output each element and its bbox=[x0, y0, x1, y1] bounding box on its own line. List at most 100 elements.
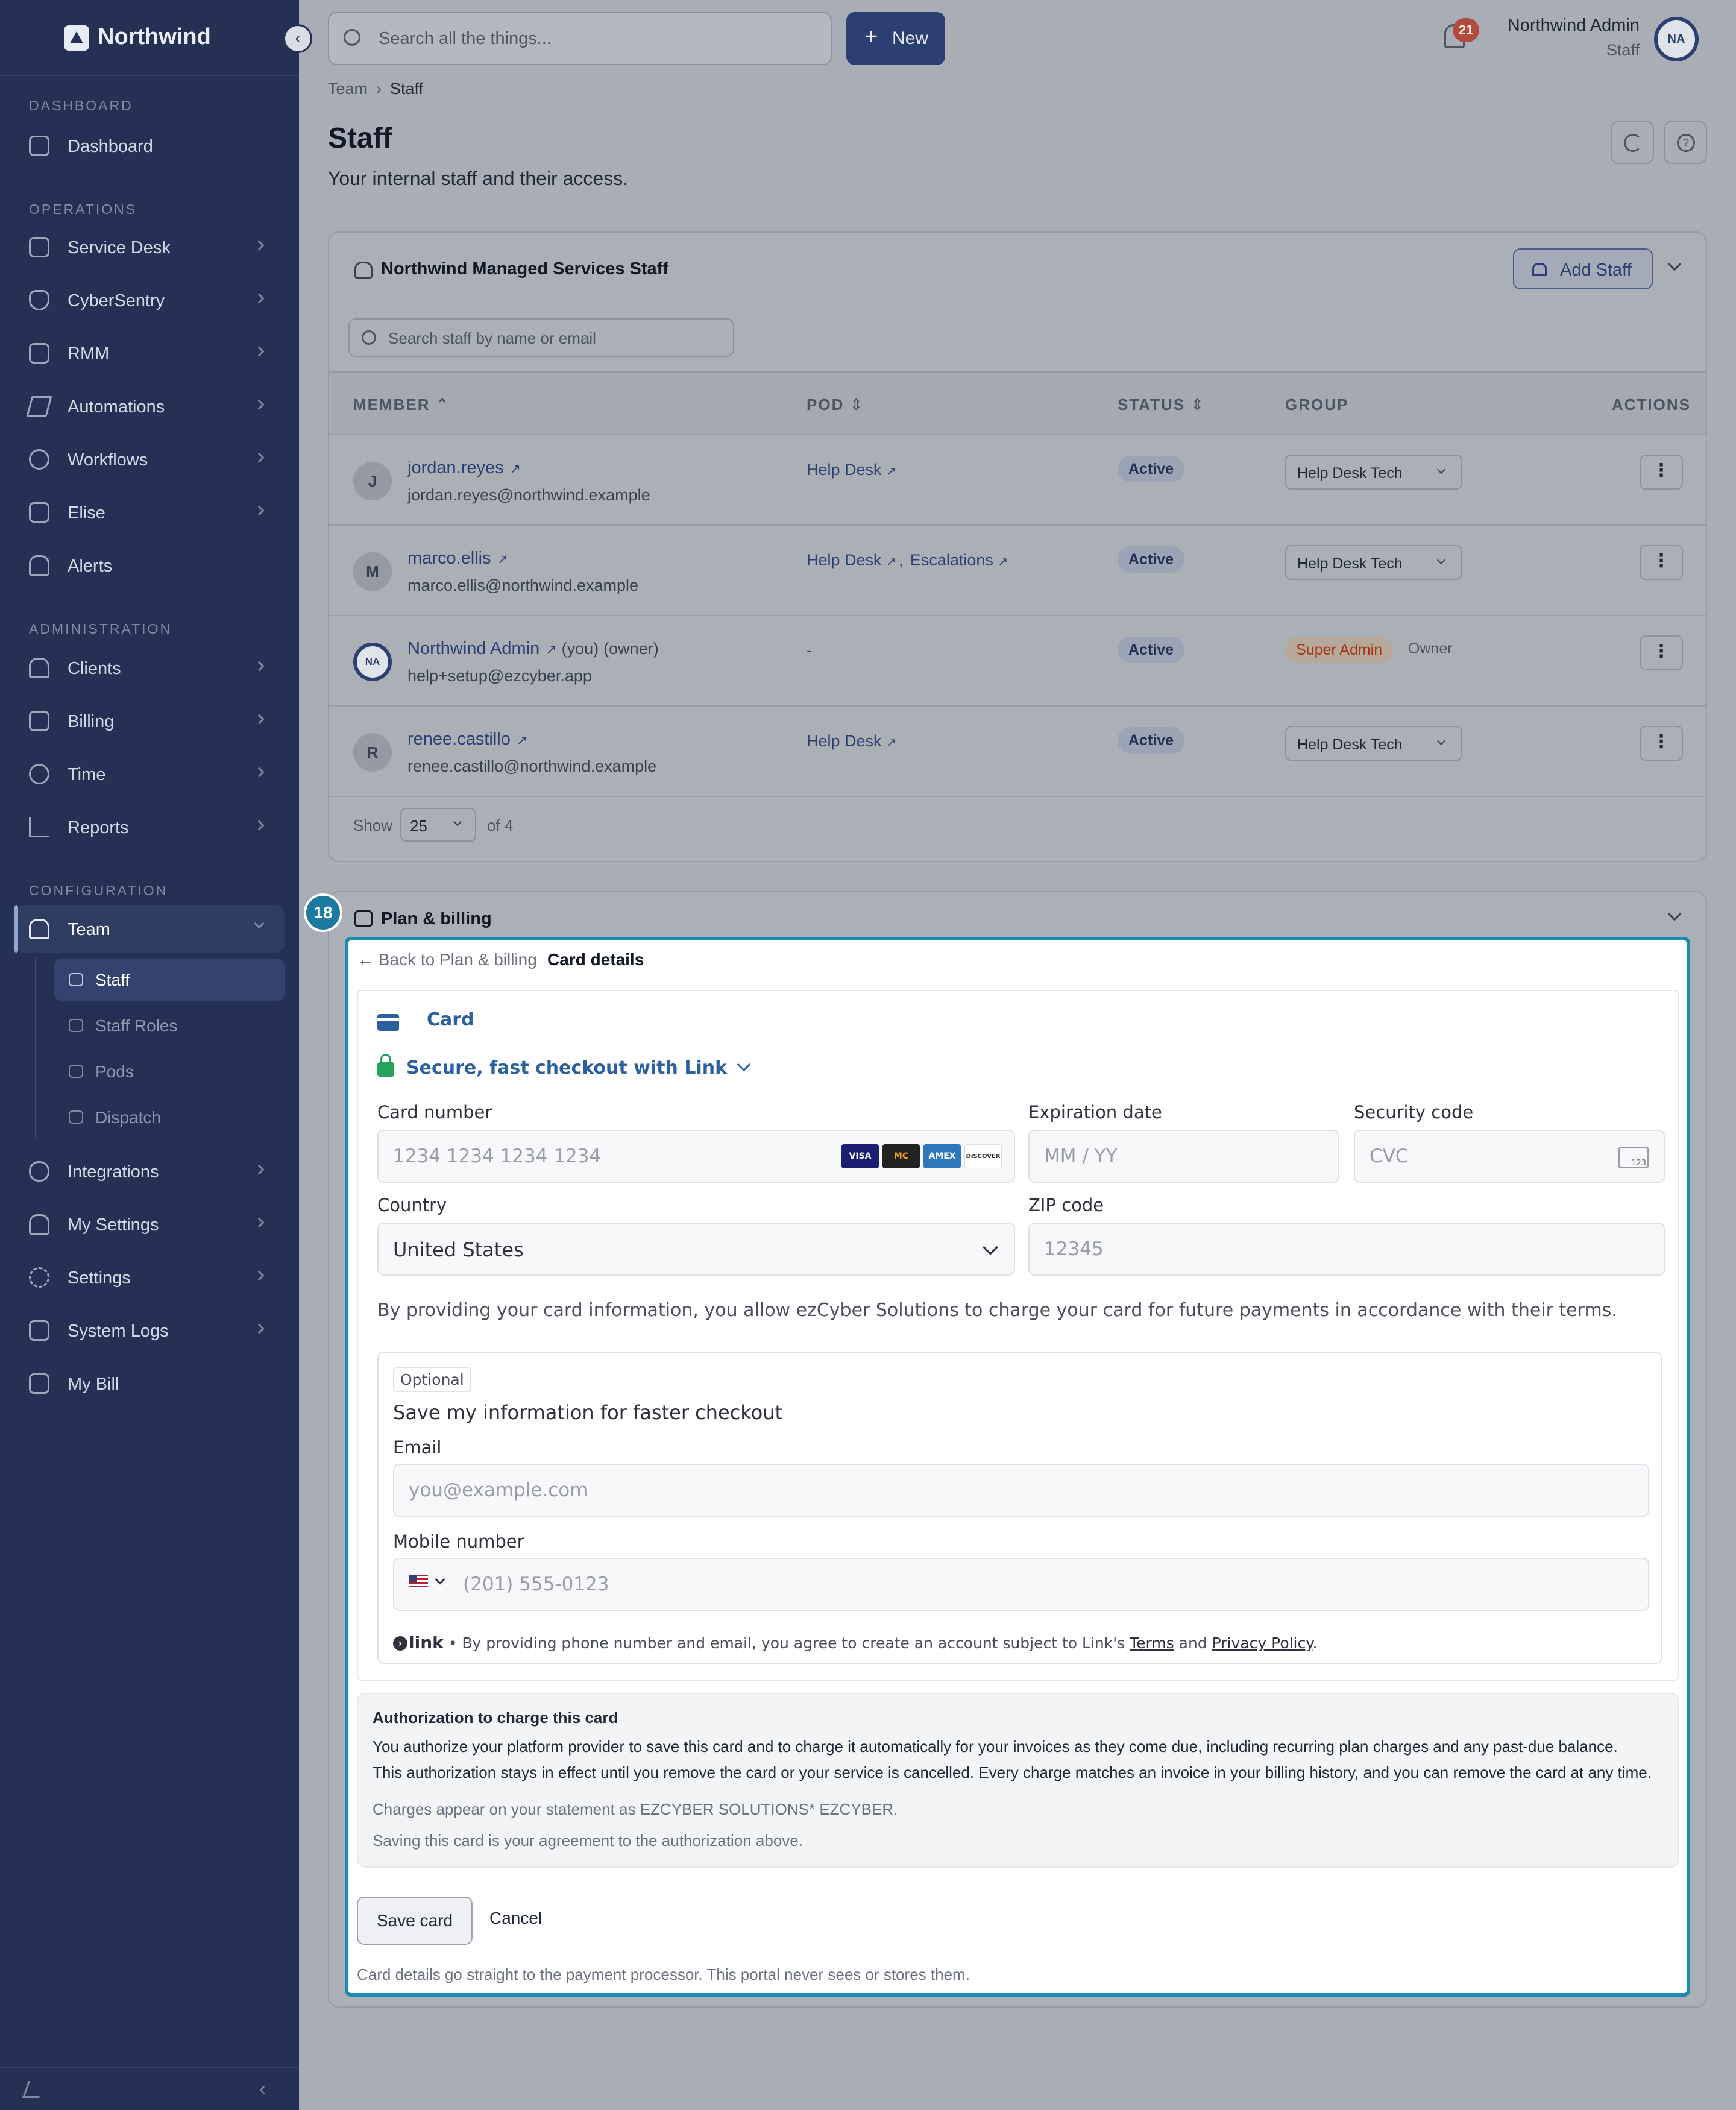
user-name[interactable]: Northwind Admin bbox=[1508, 16, 1640, 36]
authorization-box: Authorization to charge this card You au… bbox=[357, 1693, 1679, 1868]
mobile-field[interactable]: (201) 555-0123 bbox=[393, 1558, 1649, 1611]
column-header-pod[interactable]: POD ⇕ bbox=[807, 395, 864, 414]
terms-link[interactable]: Terms bbox=[1130, 1634, 1174, 1652]
sidebar-item-my-settings[interactable]: My Settings bbox=[14, 1201, 285, 1248]
sidebar-item-my-bill[interactable]: My Bill bbox=[14, 1360, 285, 1407]
collapse-sidebar-icon[interactable]: ‹ bbox=[259, 2077, 266, 2101]
group-select-value: Help Desk Tech bbox=[1297, 555, 1403, 572]
save-info-heading[interactable]: Save my information for faster checkout bbox=[393, 1401, 782, 1424]
section-label-configuration: CONFIGURATION bbox=[29, 883, 168, 898]
sidebar-subitem-staff[interactable]: Staff bbox=[54, 959, 285, 1001]
zip-field[interactable]: 12345 bbox=[1028, 1223, 1665, 1276]
user-avatar[interactable]: NA bbox=[1654, 17, 1699, 61]
breadcrumb-team[interactable]: Team bbox=[328, 80, 368, 98]
row-actions-button[interactable]: ⋮ bbox=[1640, 635, 1683, 670]
pod-links[interactable]: Help Desk ↗, Escalations ↗ bbox=[807, 551, 1008, 570]
sidebar-item-workflows[interactable]: Workflows bbox=[14, 436, 285, 483]
sidebar-subitem-staff-roles[interactable]: Staff Roles bbox=[54, 1004, 285, 1047]
chevron-right-icon bbox=[254, 1217, 265, 1228]
collapse-chevron-icon[interactable] bbox=[1667, 257, 1682, 271]
sidebar-item-label: Alerts bbox=[68, 556, 113, 576]
external-link-icon: ↗ bbox=[509, 461, 521, 476]
group-select[interactable]: Help Desk Tech bbox=[1285, 545, 1462, 580]
sort-icon: ⇕ bbox=[1190, 395, 1206, 414]
column-header-status[interactable]: STATUS ⇕ bbox=[1118, 395, 1205, 414]
add-staff-button[interactable]: Add Staff bbox=[1513, 248, 1653, 289]
sidebar-item-elise[interactable]: Elise bbox=[14, 489, 285, 536]
group-select[interactable]: Help Desk Tech bbox=[1285, 455, 1462, 490]
search-input[interactable]: Search all the things... bbox=[379, 29, 552, 49]
cancel-button[interactable]: Cancel bbox=[489, 1909, 542, 1928]
bell-icon bbox=[29, 555, 49, 576]
back-to-billing-link[interactable]: ← Back to Plan & billing bbox=[357, 950, 537, 969]
sidebar-item-settings[interactable]: Settings bbox=[14, 1254, 285, 1301]
chevron-down-icon[interactable] bbox=[737, 1057, 751, 1072]
sidebar-item-label: Settings bbox=[68, 1268, 131, 1288]
member-name-link[interactable]: jordan.reyes ↗ bbox=[407, 458, 521, 478]
sidebar-item-label: System Logs bbox=[68, 1321, 169, 1341]
refresh-button[interactable] bbox=[1611, 121, 1654, 164]
country-select[interactable]: United States bbox=[377, 1223, 1015, 1276]
log-icon bbox=[29, 1320, 49, 1341]
sidebar-item-time[interactable]: Time bbox=[14, 751, 285, 798]
sidebar-item-alerts[interactable]: Alerts bbox=[14, 542, 285, 589]
us-flag-icon[interactable] bbox=[409, 1575, 428, 1589]
global-search[interactable]: Search all the things... bbox=[328, 12, 832, 65]
brand-header: Northwind bbox=[0, 0, 299, 76]
status-badge: Active bbox=[1118, 727, 1185, 754]
sidebar-item-cybersentry[interactable]: CyberSentry bbox=[14, 277, 285, 324]
sidebar-item-billing[interactable]: Billing bbox=[14, 698, 285, 745]
sidebar-item-clients[interactable]: Clients bbox=[14, 644, 285, 691]
column-header-member[interactable]: MEMBER ⌃ bbox=[353, 395, 450, 414]
section-label-operations: OPERATIONS bbox=[29, 201, 137, 217]
chevron-down-icon[interactable] bbox=[435, 1574, 445, 1585]
staff-search[interactable]: Search staff by name or email bbox=[348, 318, 734, 357]
sidebar-item-service-desk[interactable]: Service Desk bbox=[14, 224, 285, 271]
save-card-button[interactable]: Save card bbox=[357, 1897, 473, 1945]
staff-search-input[interactable]: Search staff by name or email bbox=[388, 329, 596, 348]
sidebar-item-automations[interactable]: Automations bbox=[14, 383, 285, 430]
users-icon bbox=[354, 262, 373, 279]
row-actions-button[interactable]: ⋮ bbox=[1640, 455, 1683, 490]
avatar: M bbox=[353, 552, 392, 591]
sidebar-item-rmm[interactable]: RMM bbox=[14, 330, 285, 377]
sidebar-item-dashboard[interactable]: Dashboard bbox=[14, 122, 285, 169]
active-indicator bbox=[14, 905, 18, 953]
member-name-link[interactable]: Northwind Admin ↗ (you) (owner) bbox=[407, 639, 659, 659]
sidebar-item-system-logs[interactable]: System Logs bbox=[14, 1307, 285, 1354]
sidebar-item-reports[interactable]: Reports bbox=[14, 804, 285, 851]
group-select[interactable]: Help Desk Tech bbox=[1285, 726, 1462, 761]
email-field[interactable]: you@example.com bbox=[393, 1464, 1649, 1517]
privacy-policy-link[interactable]: Privacy Policy bbox=[1212, 1634, 1313, 1652]
gear-icon bbox=[29, 1267, 49, 1288]
external-link-icon: ↗ bbox=[886, 465, 896, 478]
user-plus-icon bbox=[1532, 263, 1547, 276]
collapse-chevron-icon[interactable] bbox=[1667, 907, 1682, 921]
member-name-link[interactable]: marco.ellis ↗ bbox=[407, 549, 508, 568]
help-button[interactable]: ? bbox=[1664, 121, 1707, 164]
sidebar-item-team[interactable]: Team bbox=[14, 905, 285, 953]
expiry-field[interactable]: MM / YY bbox=[1028, 1130, 1339, 1183]
pod-link[interactable]: Help Desk ↗ bbox=[807, 732, 896, 751]
sidebar-collapse-button[interactable]: ‹ bbox=[283, 24, 312, 53]
new-button[interactable]: + New bbox=[846, 12, 945, 65]
link-arrow-icon: › bbox=[393, 1636, 407, 1651]
link-checkout-toggle[interactable]: Secure, fast checkout with Link bbox=[406, 1057, 727, 1079]
sidebar-subitem-dispatch[interactable]: Dispatch bbox=[54, 1096, 285, 1138]
staff-card-title: Northwind Managed Services Staff bbox=[381, 259, 668, 279]
chevron-right-icon bbox=[254, 240, 265, 251]
cvc-field[interactable]: CVC bbox=[1354, 1130, 1665, 1183]
page-size-select[interactable]: 25 bbox=[400, 808, 476, 842]
country-value: United States bbox=[393, 1238, 524, 1261]
link-icon bbox=[29, 1161, 49, 1182]
pod-link[interactable]: Help Desk ↗ bbox=[807, 461, 896, 479]
sidebar-item-integrations[interactable]: Integrations bbox=[14, 1148, 285, 1195]
payment-method-card-tab[interactable]: Card bbox=[427, 1009, 474, 1030]
card-number-field[interactable]: 1234 1234 1234 1234 VISA MC AMEX DISCOVER bbox=[377, 1130, 1015, 1183]
sidebar-item-label: Integrations bbox=[68, 1162, 159, 1182]
member-name-link[interactable]: renee.castillo ↗ bbox=[407, 729, 527, 749]
row-actions-button[interactable]: ⋮ bbox=[1640, 545, 1683, 580]
sidebar-subitem-pods[interactable]: Pods bbox=[54, 1050, 285, 1092]
row-actions-button[interactable]: ⋮ bbox=[1640, 726, 1683, 761]
pencil-icon[interactable] bbox=[22, 2081, 46, 2098]
